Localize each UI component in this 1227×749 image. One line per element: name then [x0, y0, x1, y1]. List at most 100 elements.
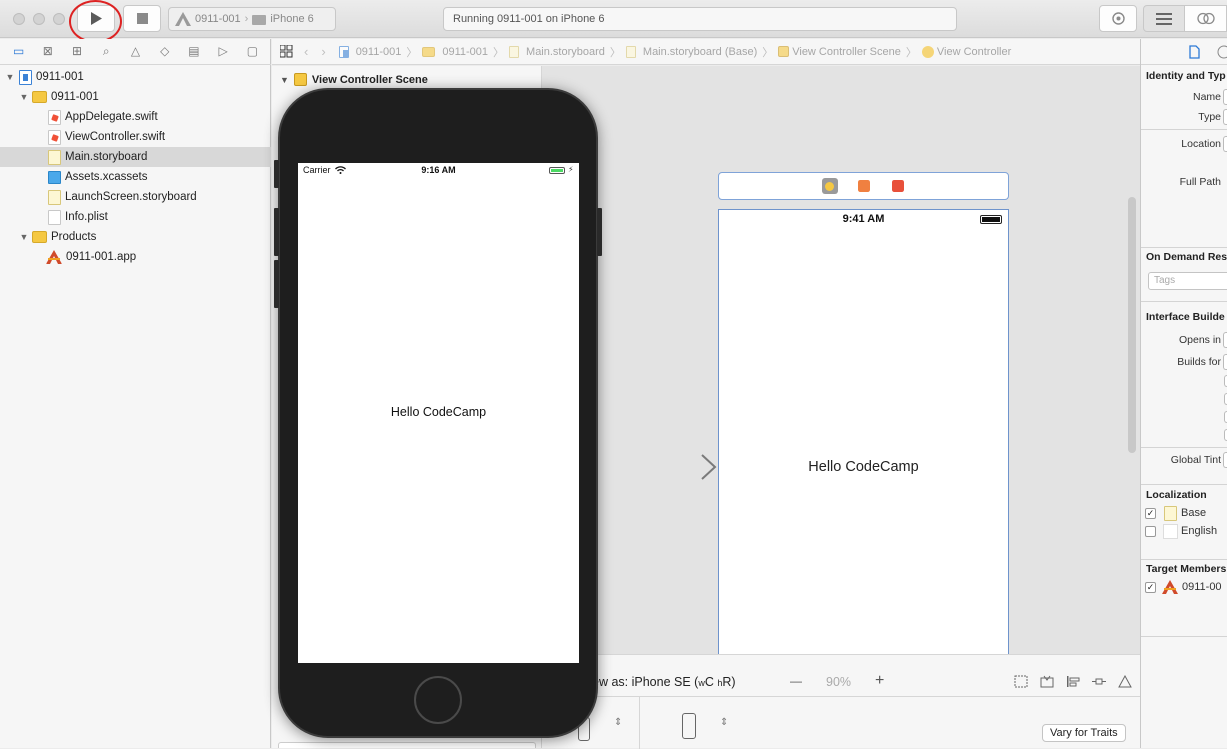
breakpoint-navigator-icon[interactable]: ▷ [216, 45, 231, 58]
simulator-screen[interactable]: Carrier 9:16 AM ⚡ Hello CodeCamp [298, 163, 579, 663]
crumb-group[interactable]: 0911-001 [422, 46, 488, 58]
assistant-editor-button[interactable] [1184, 5, 1227, 32]
library-button[interactable] [1099, 5, 1137, 32]
file-inspector-icon[interactable] [1189, 45, 1200, 59]
crumb-project[interactable]: 0911-001 [338, 45, 401, 58]
storyboard-file-icon [509, 45, 520, 58]
home-button[interactable] [414, 676, 462, 724]
debug-navigator-icon[interactable]: ▤ [186, 45, 201, 58]
layout-tools [1014, 675, 1132, 688]
issue-navigator-icon[interactable]: △ [128, 45, 143, 58]
hello-label: Hello CodeCamp [390, 405, 487, 419]
swift-file-icon [48, 109, 61, 125]
forward-arrow-icon[interactable]: › [321, 44, 325, 59]
tree-row-group[interactable]: ▼ 0911-001 [0, 87, 271, 107]
view-controller-icon [921, 45, 934, 58]
divider [1141, 636, 1227, 637]
activity-status: Running 0911-001 on iPhone 6 [443, 7, 957, 31]
resolve-auto-layout-icon[interactable] [1118, 675, 1132, 688]
zoom-window-button[interactable] [53, 13, 65, 25]
crumb-label: Main.storyboard [526, 45, 605, 58]
power-button[interactable] [597, 208, 602, 256]
divider [1141, 129, 1227, 130]
on-demand-section-header: On Demand Reso [1146, 251, 1227, 263]
crumb-scene[interactable]: View Controller Scene [778, 46, 901, 58]
minimize-window-button[interactable] [33, 13, 45, 25]
quick-help-icon[interactable] [1217, 45, 1227, 59]
update-frames-icon[interactable] [1014, 675, 1028, 688]
localization-base-checkbox[interactable]: ✓ [1145, 508, 1156, 519]
outline-scene-row[interactable]: ▼ View Controller Scene [272, 71, 542, 88]
device-iphone-icon[interactable] [682, 713, 696, 739]
device-stepper-icon[interactable]: ⇕ [720, 717, 728, 728]
disclosure-open-icon[interactable]: ▼ [280, 75, 289, 85]
plist-file-icon [48, 209, 61, 225]
tree-row-appdelegate[interactable]: AppDelegate.swift [0, 107, 271, 127]
disclosure-open-icon[interactable]: ▼ [19, 92, 29, 102]
folder-navigator-icon[interactable]: ▭ [11, 45, 26, 58]
location-popup[interactable] [1223, 136, 1227, 152]
report-navigator-icon[interactable]: ▢ [245, 45, 260, 58]
related-items-icon[interactable] [280, 45, 293, 58]
full-path-label: Full Path [1179, 176, 1221, 188]
zoom-in-button[interactable]: + [875, 672, 884, 690]
builds-for-label: Builds for [1177, 356, 1221, 368]
view-as-control[interactable]: ew as: iPhone SE (wC hR) [592, 675, 736, 689]
tree-row-project[interactable]: ▼ 0911-001 [0, 67, 271, 87]
target-checkbox[interactable]: ✓ [1145, 582, 1156, 593]
add-constraints-icon[interactable] [1092, 675, 1106, 688]
tree-row-main-storyboard[interactable]: Main.storyboard [0, 147, 271, 167]
type-popup[interactable] [1223, 109, 1227, 125]
canvas-vertical-scrollbar[interactable] [1128, 197, 1136, 453]
symbol-navigator-icon[interactable]: ⊞ [70, 45, 85, 58]
test-navigator-icon[interactable]: ◇ [157, 45, 172, 58]
tree-row-app-product[interactable]: 0911-001.app [0, 247, 271, 267]
standard-editor-button[interactable] [1143, 5, 1185, 32]
tree-row-products[interactable]: ▼ Products [0, 227, 271, 247]
builds-for-popup[interactable] [1223, 354, 1227, 370]
tree-row-viewcontroller[interactable]: ViewController.swift [0, 127, 271, 147]
exit-icon[interactable] [891, 180, 904, 192]
tree-row-assets[interactable]: Assets.xcassets [0, 167, 271, 187]
canvas-hello-label[interactable]: Hello CodeCamp [719, 459, 1008, 475]
tree-row-infoplist[interactable]: Info.plist [0, 207, 271, 227]
global-tint-popup[interactable] [1223, 452, 1227, 468]
crumb-view-controller[interactable]: View Controller [921, 45, 1012, 58]
first-responder-icon[interactable] [857, 180, 870, 192]
tags-field[interactable]: Tags [1148, 272, 1227, 290]
outline-filter-field[interactable] [278, 742, 536, 748]
chevron-right-icon: 〉 [609, 46, 621, 59]
tree-row-label: Main.storyboard [65, 151, 148, 163]
tree-row-launchscreen[interactable]: LaunchScreen.storyboard [0, 187, 271, 207]
vary-for-traits-button[interactable]: Vary for Traits [1042, 724, 1126, 742]
back-arrow-icon[interactable]: ‹ [304, 44, 308, 59]
crumb-storyboard-base[interactable]: Main.storyboard (Base) [625, 45, 757, 58]
tree-row-label: 0911-001.app [66, 251, 137, 263]
crumb-label: View Controller [936, 45, 1012, 58]
size-class-r: R) [722, 675, 736, 689]
crumb-storyboard[interactable]: Main.storyboard [509, 45, 605, 58]
find-navigator-icon[interactable]: ⌕ [99, 45, 114, 58]
scheme-selector[interactable]: 0911-001 › iPhone 6 [168, 7, 336, 31]
view-controller-icon[interactable] [821, 178, 838, 194]
embed-in-stack-icon[interactable] [1040, 675, 1054, 688]
view-controller-view[interactable]: 9:41 AM Hello CodeCamp [718, 209, 1009, 654]
disclosure-open-icon[interactable]: ▼ [5, 72, 15, 82]
opens-in-popup[interactable] [1223, 332, 1227, 348]
asset-catalog-icon [48, 170, 61, 184]
disclosure-open-icon[interactable]: ▼ [19, 232, 29, 242]
ib-section-header: Interface Builde [1146, 311, 1225, 323]
stop-icon [136, 13, 148, 24]
close-window-button[interactable] [13, 13, 25, 25]
name-field[interactable] [1223, 89, 1227, 105]
zoom-out-button[interactable]: — [790, 674, 802, 688]
device-stepper-icon[interactable]: ⇕ [614, 717, 622, 728]
align-icon[interactable] [1066, 675, 1080, 688]
volume-up-button[interactable] [274, 208, 279, 256]
source-control-icon[interactable]: ⊠ [40, 45, 55, 58]
stop-button[interactable] [123, 5, 161, 32]
chevron-right-icon: 〉 [762, 46, 774, 59]
mute-switch[interactable] [274, 160, 279, 188]
localization-english-checkbox[interactable] [1145, 526, 1156, 537]
volume-down-button[interactable] [274, 260, 279, 308]
